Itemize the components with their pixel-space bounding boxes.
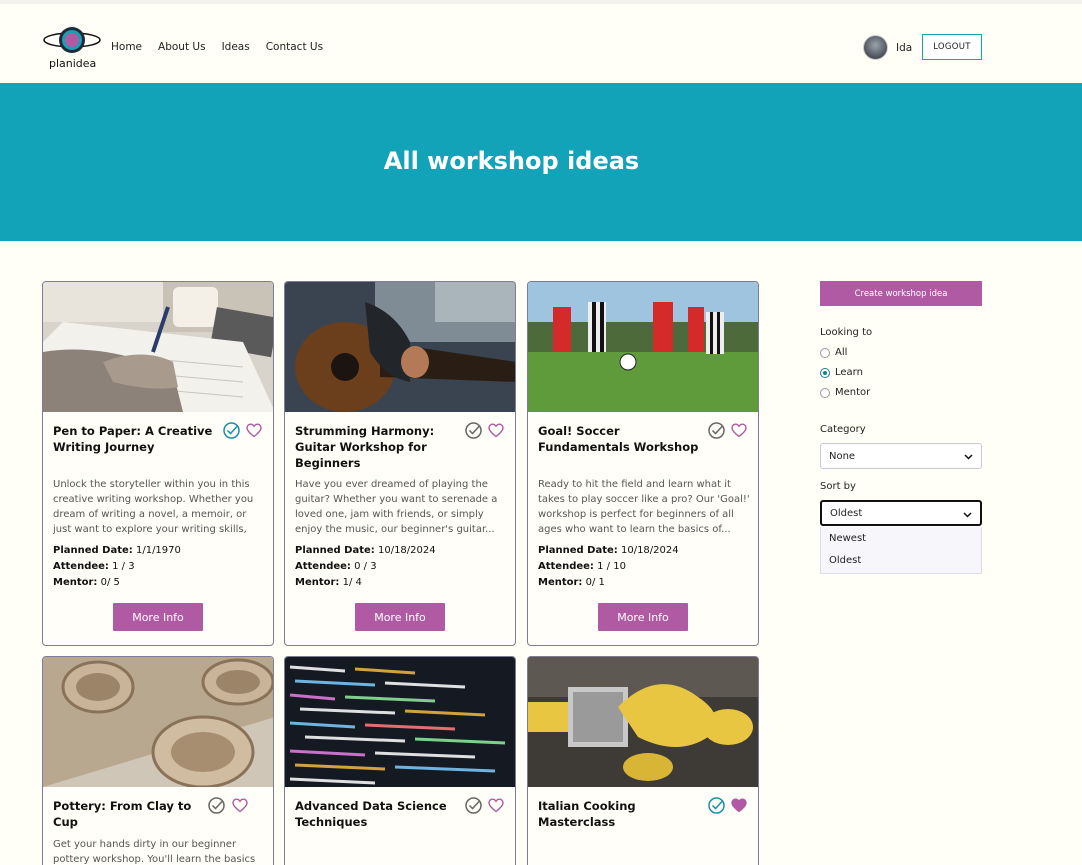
user-avatar[interactable] xyxy=(863,35,888,60)
mentor-label: Mentor: xyxy=(538,577,583,588)
top-navbar: planidea Home About Us Ideas Contact Us … xyxy=(0,0,1082,83)
attendee-label: Attendee: xyxy=(538,561,594,572)
attendee-value: 0 / 3 xyxy=(354,561,377,572)
nav-contact-us[interactable]: Contact Us xyxy=(266,41,323,53)
card-title[interactable]: Strumming Harmony: Guitar Workshop for B… xyxy=(295,423,460,471)
card-title[interactable]: Pen to Paper: A Creative Writing Journey xyxy=(53,423,218,455)
heart-icon[interactable] xyxy=(488,798,504,813)
hero-banner: All workshop ideas xyxy=(0,83,1082,241)
radio-mentor-button[interactable] xyxy=(820,387,830,398)
card-description: Unlock the storyteller within you in thi… xyxy=(53,479,254,535)
radio-all-button[interactable] xyxy=(820,347,830,358)
sort-select[interactable]: Oldest xyxy=(820,500,982,526)
card-title[interactable]: Advanced Data Science Techniques xyxy=(295,798,460,830)
check-circle-icon[interactable] xyxy=(708,797,725,814)
username: Ida xyxy=(896,42,913,54)
radio-all[interactable]: All xyxy=(820,347,847,358)
workshop-card: Advanced Data Science Techniques xyxy=(284,656,516,865)
mentor-count: Mentor: 0/ 1 xyxy=(538,577,605,588)
nav-home[interactable]: Home xyxy=(111,41,142,53)
mentor-count: Mentor: 1/ 4 xyxy=(295,577,362,588)
attendee-count: Attendee: 0 / 3 xyxy=(295,561,377,572)
planned-date-value: 10/18/2024 xyxy=(620,545,679,556)
logout-button[interactable]: LOGOUT xyxy=(922,34,982,60)
nav-about-us[interactable]: About Us xyxy=(158,41,206,53)
looking-to-label: Looking to xyxy=(820,327,873,338)
create-workshop-button[interactable]: Create workshop idea xyxy=(820,281,982,306)
radio-mentor-label: Mentor xyxy=(835,387,871,398)
workshop-card: Pen to Paper: A Creative Writing Journey… xyxy=(42,281,274,646)
pottery-image xyxy=(43,657,273,787)
planned-date-value: 1/1/1970 xyxy=(135,545,181,556)
check-circle-icon[interactable] xyxy=(708,422,725,439)
main-nav: Home About Us Ideas Contact Us xyxy=(111,41,339,53)
radio-learn-button[interactable] xyxy=(820,367,830,378)
card-title[interactable]: Goal! Soccer Fundamentals Workshop xyxy=(538,423,703,455)
card-title[interactable]: Pottery: From Clay to Cup xyxy=(53,798,218,830)
chevron-down-icon xyxy=(964,454,973,460)
workshop-card: Strumming Harmony: Guitar Workshop for B… xyxy=(284,281,516,646)
writing-image xyxy=(43,282,273,412)
more-info-button[interactable]: More Info xyxy=(113,603,203,631)
attendee-count: Attendee: 1 / 10 xyxy=(538,561,626,572)
category-label: Category xyxy=(820,424,866,435)
check-circle-icon[interactable] xyxy=(223,422,240,439)
attendee-label: Attendee: xyxy=(53,561,109,572)
pasta-image xyxy=(528,657,758,787)
mentor-label: Mentor: xyxy=(295,577,340,588)
guitar-image xyxy=(285,282,515,412)
page-title: All workshop ideas xyxy=(383,147,640,175)
card-description: Get your hands dirty in our beginner pot… xyxy=(53,839,256,865)
nav-ideas[interactable]: Ideas xyxy=(222,41,250,53)
card-title[interactable]: Italian Cooking Masterclass xyxy=(538,798,703,830)
check-circle-icon[interactable] xyxy=(208,797,225,814)
radio-learn-label: Learn xyxy=(835,367,863,378)
mentor-value: 1/ 4 xyxy=(342,577,362,588)
radio-all-label: All xyxy=(835,347,848,358)
sort-option-newest[interactable]: Newest xyxy=(821,527,981,549)
sort-value: Oldest xyxy=(830,507,863,519)
logo-text[interactable]: planidea xyxy=(49,57,96,70)
check-circle-icon[interactable] xyxy=(465,422,482,439)
sort-dropdown-menu: Newest Oldest xyxy=(820,527,982,574)
workshop-card: Pottery: From Clay to Cup Get your hands… xyxy=(42,656,274,865)
sort-option-oldest[interactable]: Oldest xyxy=(821,549,981,571)
code-image xyxy=(285,657,515,787)
workshop-card: Goal! Soccer Fundamentals Workshop Ready… xyxy=(527,281,759,646)
check-circle-icon[interactable] xyxy=(465,797,482,814)
heart-icon[interactable] xyxy=(488,423,504,438)
mentor-label: Mentor: xyxy=(53,577,98,588)
mentor-value: 0/ 5 xyxy=(100,577,120,588)
attendee-count: Attendee: 1 / 3 xyxy=(53,561,135,572)
attendee-value: 1 / 10 xyxy=(597,561,626,572)
attendee-label: Attendee: xyxy=(295,561,351,572)
radio-learn[interactable]: Learn xyxy=(820,367,863,378)
radio-mentor[interactable]: Mentor xyxy=(820,387,870,398)
heart-filled-icon[interactable] xyxy=(731,798,747,813)
mentor-count: Mentor: 0/ 5 xyxy=(53,577,120,588)
category-select[interactable]: None xyxy=(820,443,982,469)
more-info-button[interactable]: More Info xyxy=(355,603,445,631)
planned-date-value: 10/18/2024 xyxy=(377,545,436,556)
heart-icon[interactable] xyxy=(232,798,248,813)
more-info-button[interactable]: More Info xyxy=(598,603,688,631)
planned-date-label: Planned Date: xyxy=(53,545,133,556)
planned-date: Planned Date: 10/18/2024 xyxy=(295,545,436,556)
soccer-image xyxy=(528,282,758,412)
heart-icon[interactable] xyxy=(246,423,262,438)
workshop-card: Italian Cooking Masterclass xyxy=(527,656,759,865)
attendee-value: 1 / 3 xyxy=(112,561,135,572)
planned-date-label: Planned Date: xyxy=(538,545,618,556)
sort-by-label: Sort by xyxy=(820,481,856,492)
planned-date: Planned Date: 10/18/2024 xyxy=(538,545,679,556)
card-description: Ready to hit the field and learn what it… xyxy=(538,479,750,535)
planned-date-label: Planned Date: xyxy=(295,545,375,556)
heart-icon[interactable] xyxy=(731,423,747,438)
chevron-down-icon xyxy=(963,512,972,518)
mentor-value: 0/ 1 xyxy=(585,577,605,588)
card-description: Have you ever dreamed of playing the gui… xyxy=(295,479,498,535)
planned-date: Planned Date: 1/1/1970 xyxy=(53,545,181,556)
category-value: None xyxy=(829,450,856,462)
